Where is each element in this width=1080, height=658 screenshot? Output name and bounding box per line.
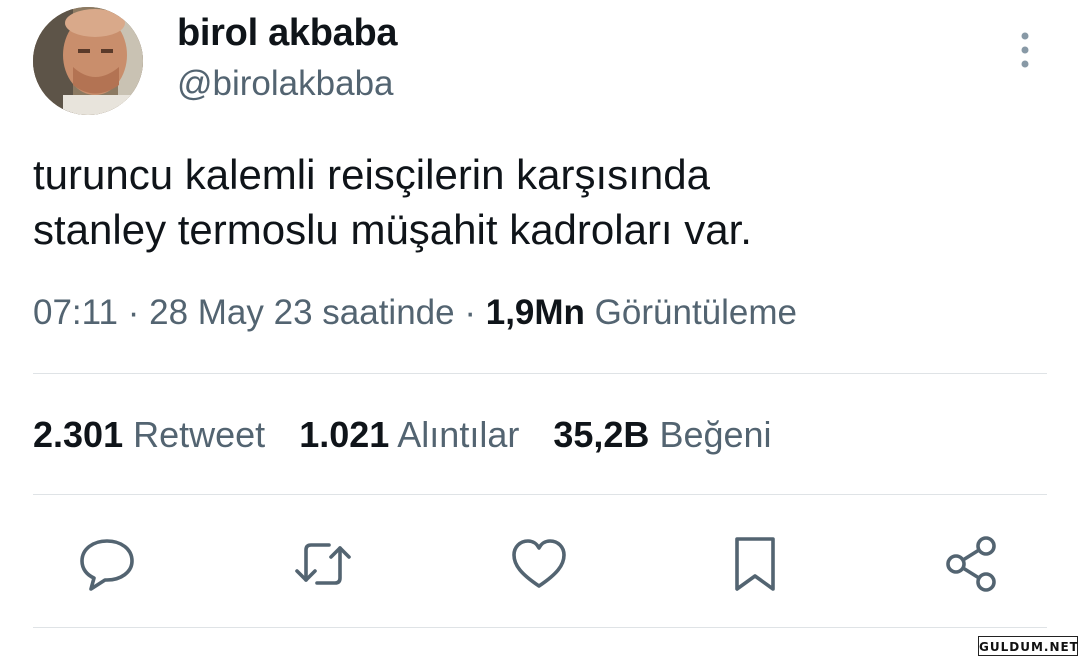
tweet-meta: 07:11 · 28 May 23 saatinde · 1,9Mn Görün… [33, 293, 797, 333]
likes-stat[interactable]: 35,2B Beğeni [553, 414, 771, 456]
watermark-logo: GULDUM.NET [978, 636, 1078, 656]
reply-icon[interactable] [77, 534, 137, 594]
tweet-text-line: turuncu kalemli reisçilerin karşısında [33, 151, 710, 198]
divider [33, 627, 1047, 628]
likes-count: 35,2B [553, 414, 650, 455]
views-label: Görüntüleme [594, 293, 797, 332]
tweet-text: turuncu kalemli reisçilerin karşısında s… [33, 147, 1033, 257]
engagement-stats: 2.301 Retweet 1.021 Alıntılar 35,2B Beğe… [33, 414, 772, 456]
action-bar [0, 534, 1080, 594]
quotes-label: Alıntılar [397, 414, 520, 455]
tweet-date[interactable]: 28 May 23 saatinde [149, 293, 454, 332]
meta-separator: · [127, 293, 150, 332]
views-count: 1,9Mn [485, 293, 585, 332]
retweets-count: 2.301 [33, 414, 124, 455]
quotes-count: 1.021 [299, 414, 390, 455]
quotes-stat[interactable]: 1.021 Alıntılar [299, 414, 519, 456]
display-name[interactable]: birol akbaba [177, 12, 398, 55]
meta-separator: · [464, 293, 486, 332]
avatar[interactable] [33, 7, 143, 115]
retweets-stat[interactable]: 2.301 Retweet [33, 414, 265, 456]
like-icon[interactable] [509, 534, 569, 594]
share-icon[interactable] [941, 534, 1001, 594]
handle[interactable]: @birolakbaba [177, 64, 394, 104]
retweets-label: Retweet [133, 414, 266, 455]
divider [33, 373, 1047, 374]
divider [33, 494, 1047, 495]
tweet-text-line: stanley termoslu müşahit kadroları var. [33, 206, 752, 253]
tweet-time[interactable]: 07:11 [33, 293, 118, 332]
more-options-icon[interactable] [1011, 30, 1039, 70]
retweet-icon[interactable] [293, 534, 353, 594]
bookmark-icon[interactable] [725, 534, 785, 594]
likes-label: Beğeni [659, 414, 772, 455]
